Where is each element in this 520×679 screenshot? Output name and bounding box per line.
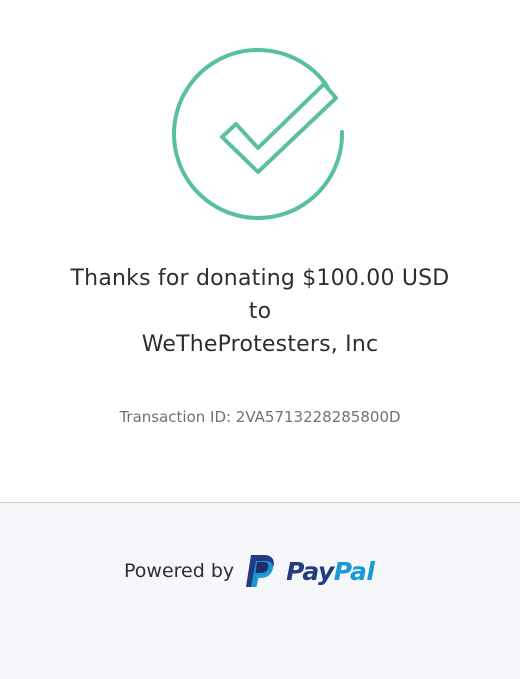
powered-by-label: Powered by (124, 560, 235, 582)
confirmation-panel: Thanks for donating $100.00 USD to WeThe… (0, 0, 520, 503)
footer: Powered by PayPal (0, 503, 520, 679)
recipient-name: WeTheProtesters, Inc (141, 332, 379, 357)
transaction-id: Transaction ID: 2VA5713228285800D (119, 408, 401, 426)
paypal-wordmark-pal: Pal (333, 556, 375, 586)
thank-you-message: Thanks for donating $100.00 USD to WeThe… (0, 262, 520, 361)
thanks-amount-line: Thanks for donating $100.00 USD (70, 266, 450, 291)
paypal-wordmark-pay: Pay (286, 556, 334, 586)
paypal-wordmark: PayPal (286, 556, 375, 586)
to-line: to (248, 299, 272, 324)
check-circle-icon (168, 44, 348, 224)
paypal-logo-icon (242, 553, 278, 589)
powered-by-paypal: Powered by PayPal (124, 553, 375, 589)
donation-confirmation-page: Thanks for donating $100.00 USD to WeThe… (0, 0, 520, 679)
